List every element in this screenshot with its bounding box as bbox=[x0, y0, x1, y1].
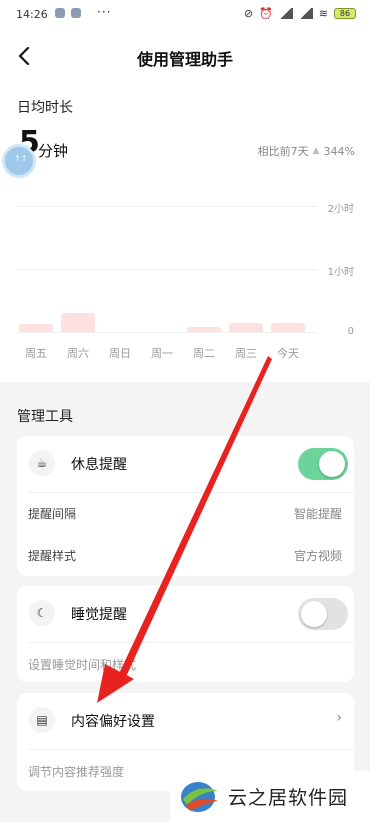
sleep-reminder-hint[interactable]: 设置睡觉时间和样式 bbox=[28, 656, 136, 673]
signal-icon bbox=[278, 8, 293, 19]
comparison-value: 344% bbox=[323, 144, 355, 158]
floating-assistant-ball[interactable]: ↑↑ bbox=[2, 144, 36, 178]
chart-x-tick-label: 周二 bbox=[193, 347, 215, 360]
chevron-right-icon: › bbox=[336, 710, 342, 726]
rest-reminder-row: ☕ 休息提醒 bbox=[17, 436, 354, 492]
rest-reminder-toggle[interactable] bbox=[298, 448, 348, 480]
watermark: 云之居软件园 bbox=[170, 771, 370, 822]
section-title-tools: 管理工具 bbox=[17, 409, 73, 425]
content-preference-label: 内容偏好设置 bbox=[71, 714, 155, 730]
battery-icon: 86 bbox=[334, 8, 356, 19]
reminder-interval-value: 智能提醒 bbox=[293, 507, 342, 521]
chart-x-tick-label: 周一 bbox=[151, 347, 173, 360]
chart-bar bbox=[19, 323, 53, 332]
rest-reminder-card: ☕ 休息提醒 提醒间隔 智能提醒 提醒样式 官方视频 bbox=[17, 436, 354, 576]
reminder-style-value: 官方视频 bbox=[293, 549, 342, 563]
home-indicator bbox=[0, 808, 170, 822]
divider bbox=[29, 749, 354, 750]
chart-bar bbox=[229, 322, 263, 332]
chart-x-tick-label: 今天 bbox=[277, 347, 299, 360]
chart-gridline bbox=[17, 269, 317, 270]
notification-icons bbox=[55, 8, 81, 18]
moon-icon: ☾ bbox=[29, 600, 55, 626]
chart-y-tick-label: 2小时 bbox=[327, 204, 354, 215]
sleep-reminder-card: ☾ 睡觉提醒 设置睡觉时间和样式 bbox=[17, 586, 354, 682]
page-title: 使用管理助手 bbox=[136, 50, 233, 69]
chart-gridline bbox=[17, 332, 317, 333]
alarm-icon: ⏰ bbox=[259, 7, 273, 20]
trend-up-icon: ▲ bbox=[312, 146, 320, 156]
chart-x-tick-label: 周六 bbox=[67, 347, 89, 360]
app-notification-icon bbox=[55, 8, 65, 18]
chart-y-tick-label: 0 bbox=[347, 326, 354, 337]
mute-vibrate-icon: ⊘ bbox=[243, 7, 254, 20]
content-preference-row[interactable]: ▤ 内容偏好设置 › bbox=[17, 693, 354, 749]
chart-bar bbox=[271, 322, 305, 332]
chart-bar bbox=[187, 326, 221, 332]
chart-bar bbox=[61, 313, 95, 332]
app-notification-icon bbox=[71, 8, 81, 18]
status-bar: 14:26 ··· ⊘ ⏰ ≋ 86 bbox=[0, 0, 370, 30]
reminder-style-row[interactable]: 提醒样式 官方视频 bbox=[17, 534, 354, 576]
sleep-reminder-toggle[interactable] bbox=[298, 598, 348, 630]
watermark-logo bbox=[181, 782, 218, 812]
chart-y-tick-label: 1小时 bbox=[327, 267, 354, 278]
nav-bar: 使用管理助手 bbox=[0, 36, 370, 76]
sleep-reminder-row: ☾ 睡觉提醒 bbox=[17, 586, 354, 642]
rest-reminder-label: 休息提醒 bbox=[71, 457, 127, 473]
reminder-interval-row[interactable]: 提醒间隔 智能提醒 bbox=[17, 492, 354, 534]
comparison-label: 相比前7天 bbox=[257, 145, 309, 158]
usage-chart: 2小时 1小时 0 周五 周六 周日 周一 周二 周三 今天 bbox=[0, 195, 370, 370]
daily-average-unit: 分钟 bbox=[38, 142, 69, 160]
reminder-interval-label: 提醒间隔 bbox=[28, 507, 77, 521]
watermark-text: 云之居软件园 bbox=[228, 787, 349, 809]
document-settings-icon: ▤ bbox=[29, 707, 55, 733]
status-time: 14:26 bbox=[16, 8, 48, 21]
divider bbox=[29, 642, 354, 643]
cup-icon: ☕ bbox=[29, 450, 55, 476]
system-status-icons: ⊘ ⏰ ≋ 86 bbox=[244, 7, 356, 20]
comparison: 相比前7天 ▲ 344% bbox=[258, 143, 355, 159]
sleep-reminder-label: 睡觉提醒 bbox=[71, 607, 127, 623]
chart-x-tick-label: 周三 bbox=[235, 347, 257, 360]
reminder-style-label: 提醒样式 bbox=[28, 549, 77, 563]
chart-gridline bbox=[17, 206, 317, 207]
chart-x-tick-label: 周五 bbox=[25, 347, 47, 360]
more-notifications-icon: ··· bbox=[97, 5, 112, 19]
toggle-knob bbox=[301, 601, 327, 627]
daily-average-label: 日均时长 bbox=[17, 100, 73, 116]
wifi-icon: ≋ bbox=[318, 7, 328, 20]
signal-icon bbox=[298, 8, 313, 19]
content-preference-hint: 调节内容推荐强度 bbox=[28, 765, 125, 779]
toggle-knob bbox=[319, 451, 345, 477]
chart-x-tick-label: 周日 bbox=[109, 347, 131, 360]
